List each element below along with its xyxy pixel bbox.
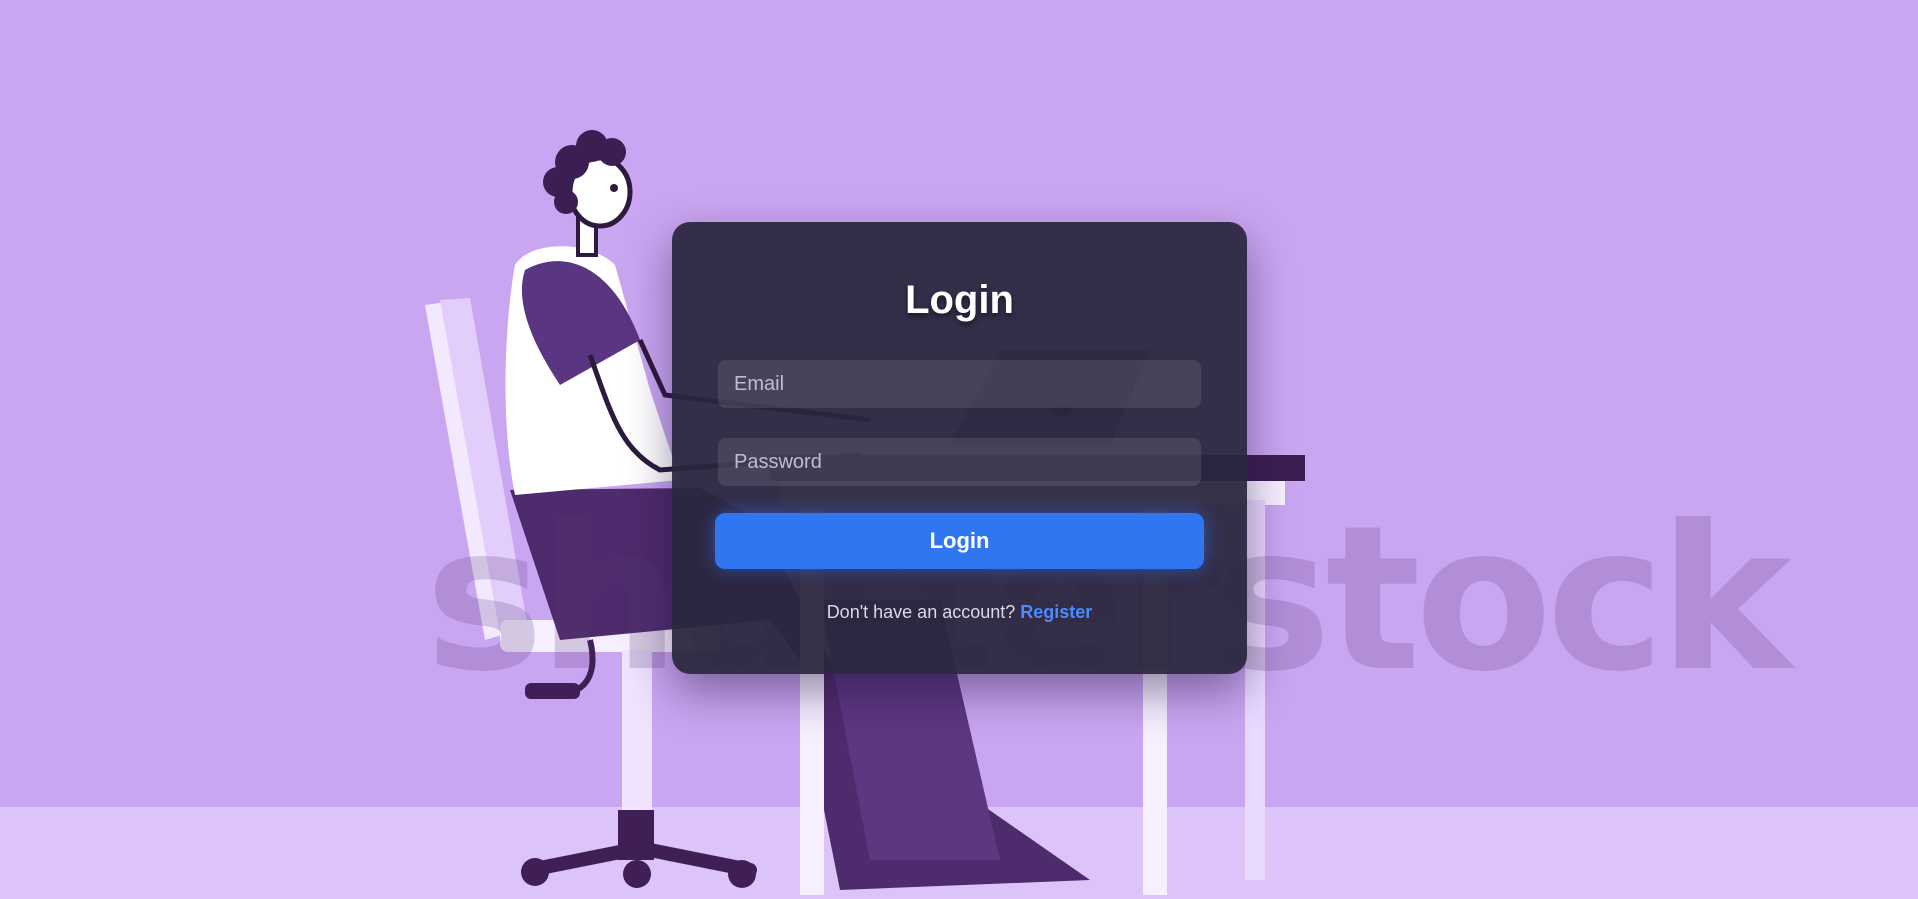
login-title: Login [905, 278, 1014, 322]
login-page: shutterstock Login Login Don't have an a… [0, 0, 1918, 899]
password-input[interactable] [718, 438, 1201, 486]
login-card: Login Login Don't have an account? Regis… [672, 222, 1247, 674]
register-link[interactable]: Register [1020, 602, 1092, 622]
login-button[interactable]: Login [715, 513, 1204, 569]
email-input[interactable] [718, 360, 1201, 408]
register-prompt-line: Don't have an account? Register [672, 602, 1247, 623]
register-prompt-text: Don't have an account? [826, 602, 1016, 622]
